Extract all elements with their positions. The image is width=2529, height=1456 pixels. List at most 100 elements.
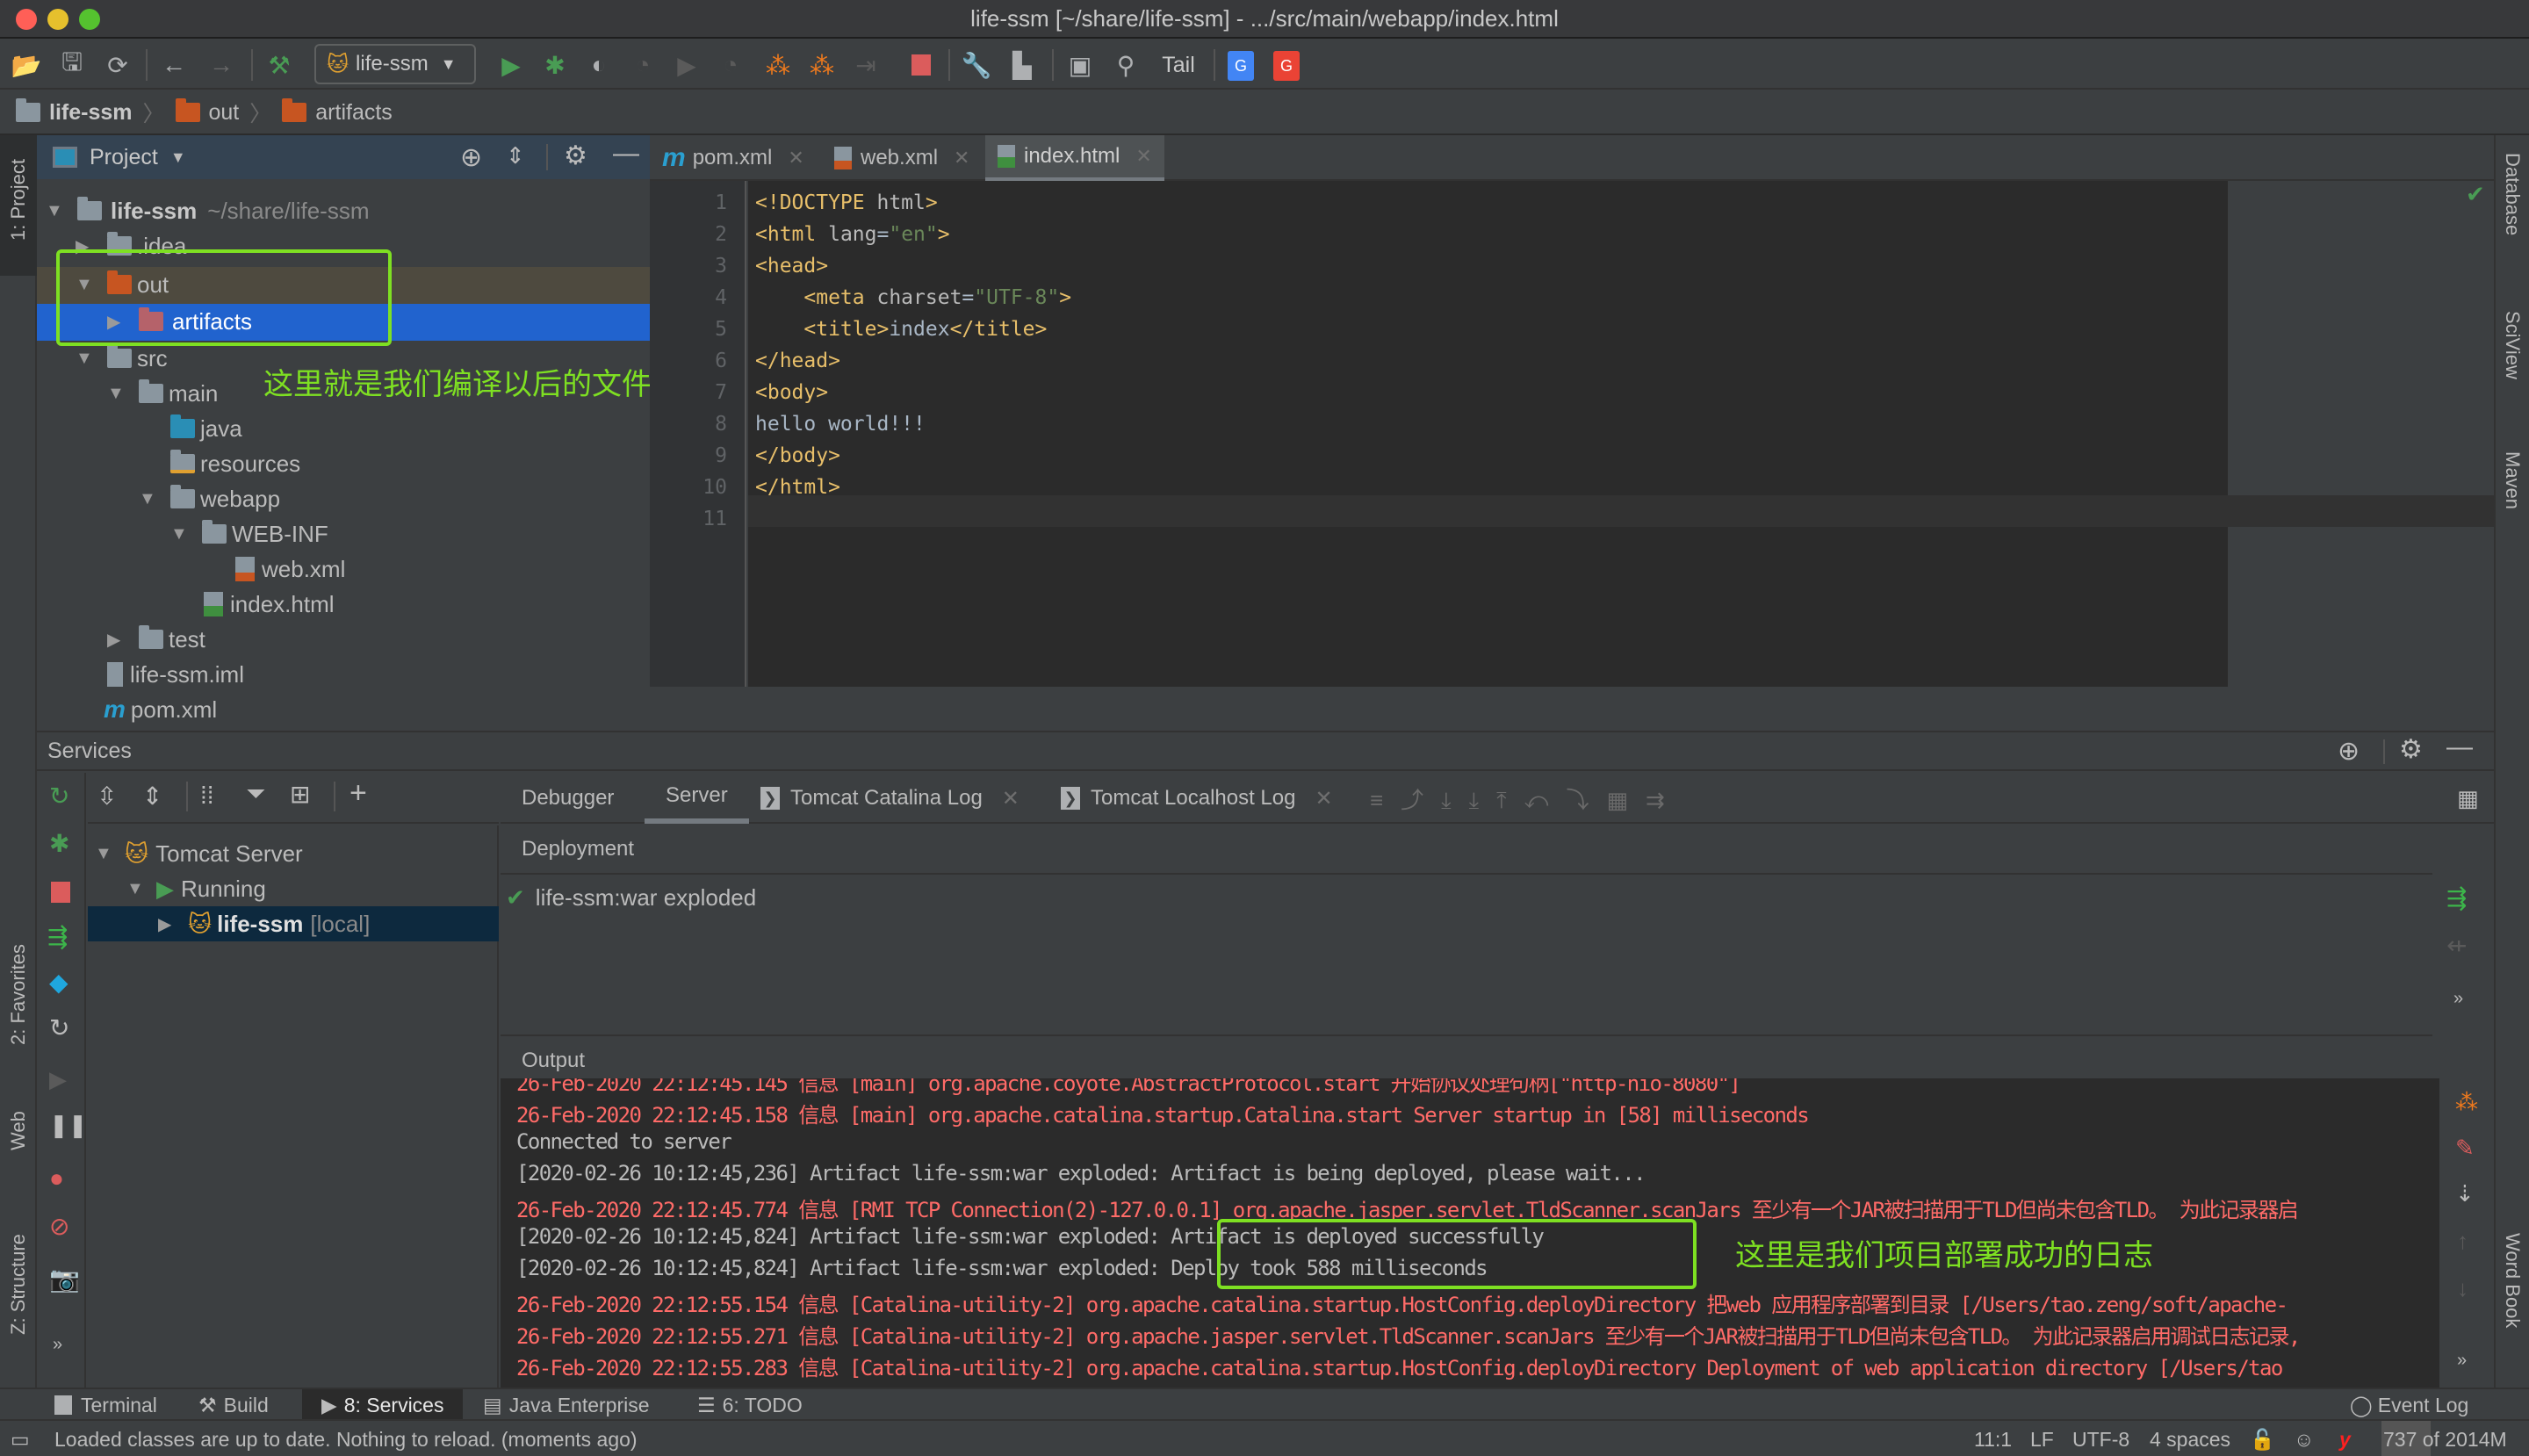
tab-sciview[interactable]: SciView — [2501, 311, 2524, 379]
tab-server[interactable]: Server — [645, 773, 749, 824]
up-arrow-icon[interactable]: ↑ — [2457, 1228, 2468, 1255]
more-icon[interactable]: » — [2457, 1351, 2467, 1371]
caret-position[interactable]: 11:1 — [1974, 1428, 2012, 1452]
chevron-down-icon[interactable]: ▼ — [170, 148, 186, 167]
run-disabled-icon[interactable]: ▶ — [671, 47, 702, 83]
tab-services[interactable]: ▶ 8: Services — [302, 1389, 464, 1421]
breakpoints-icon[interactable]: ● — [49, 1164, 64, 1193]
expand-arrow-icon[interactable]: ▼ — [126, 879, 151, 899]
breadcrumb-item[interactable]: artifacts — [315, 100, 393, 126]
tail-button[interactable]: Tail — [1154, 47, 1203, 83]
screenshot-icon[interactable]: 📷 — [49, 1265, 80, 1294]
tab-structure[interactable]: Z: Structure — [0, 1203, 37, 1361]
project-structure-icon[interactable]: ▙ — [1006, 47, 1038, 83]
rerun-icon[interactable]: ↻ — [49, 782, 69, 811]
scroll-to-end-icon[interactable]: ⇣ — [2455, 1180, 2475, 1207]
hide-panel-icon[interactable]: — — [613, 139, 639, 169]
log-toolbar-icons[interactable]: ≡⤴⤓⤓⤒⤺⤵▦⇉ — [1370, 773, 1682, 824]
breadcrumb-item[interactable]: out — [209, 100, 240, 126]
tab-index-html[interactable]: index.html ✕ — [985, 135, 1164, 181]
collapse-arrow-icon[interactable]: ▶ — [158, 913, 183, 935]
code-line[interactable]: <title>index</title> — [755, 318, 1047, 341]
run-icon[interactable]: ▶ — [495, 47, 527, 83]
stop-icon[interactable] — [911, 54, 931, 76]
down-arrow-icon[interactable]: ↓ — [2457, 1275, 2468, 1302]
code-line[interactable]: <body> — [755, 381, 828, 404]
expand-all-icon[interactable]: ⇳ — [97, 782, 117, 811]
deploy-icon[interactable]: ⇶ — [47, 922, 68, 951]
tab-web-xml[interactable]: web.xml ✕ — [822, 135, 982, 181]
coverage-icon[interactable]: ◐ — [583, 47, 615, 83]
locate-icon[interactable]: ⊕ — [460, 142, 482, 173]
cluster-icon[interactable]: ◆ — [49, 968, 68, 997]
memory-indicator[interactable]: 737 of 2014M — [2383, 1428, 2507, 1452]
code-line[interactable]: </head> — [755, 350, 840, 372]
group-icon[interactable]: ⁞⁞ — [200, 782, 214, 810]
back-arrow-icon[interactable]: ← — [156, 47, 191, 83]
service-node-life-ssm[interactable]: ▶ 🐱 life-ssm [local] — [88, 906, 499, 941]
gear-icon[interactable]: ⚙ — [2399, 734, 2423, 765]
tree-node-root[interactable]: ▼ life-ssm ~/share/life-ssm — [37, 193, 650, 228]
tab-catalina-log[interactable]: ❯ Tomcat Catalina Log ✕ — [760, 773, 1020, 824]
debug-icon[interactable]: ✱ — [539, 47, 571, 83]
tab-pom-xml[interactable]: m pom.xml ✕ — [650, 135, 817, 181]
tab-terminal[interactable]: Terminal — [54, 1389, 157, 1421]
google-translate-blue-icon[interactable]: G — [1228, 51, 1254, 81]
code-line[interactable]: <meta charset="UTF-8"> — [755, 286, 1071, 309]
code-line[interactable]: <html lang="en"> — [755, 223, 950, 246]
tab-web[interactable]: Web — [0, 1063, 37, 1168]
code-line[interactable]: <!DOCTYPE html> — [755, 191, 938, 214]
code-line[interactable]: hello world!!! — [755, 413, 926, 436]
run-configuration-select[interactable]: 🐱 life-ssm ▼ — [314, 44, 476, 84]
tree-node[interactable]: resources — [37, 446, 650, 481]
expand-arrow-icon[interactable]: ▼ — [46, 201, 70, 221]
terminal-window-icon[interactable]: ▣ — [1064, 47, 1096, 83]
event-log-button[interactable]: ◯ Event Log — [2350, 1389, 2468, 1421]
breadcrumb-item[interactable]: life-ssm — [49, 100, 132, 126]
new-service-icon[interactable]: ⊞ — [290, 780, 310, 809]
pause-icon[interactable]: ❚❚ — [49, 1112, 88, 1139]
expand-arrow-icon[interactable]: ▼ — [95, 844, 119, 864]
resume-icon[interactable]: ▶ — [49, 1066, 67, 1093]
stop-icon[interactable] — [51, 882, 70, 903]
deployment-item[interactable]: ✔ life-ssm:war exploded — [501, 880, 1203, 915]
locate-icon[interactable]: ⊕ — [2338, 736, 2360, 767]
more-icon[interactable]: » — [53, 1335, 62, 1355]
debug-rerun-icon[interactable]: ✱ — [49, 829, 69, 858]
close-tab-icon[interactable]: ✕ — [1315, 786, 1332, 811]
hide-panel-icon[interactable]: — — [2446, 732, 2473, 762]
status-panel-icon[interactable]: ▭ — [11, 1428, 30, 1452]
code-line[interactable]: </body> — [755, 444, 840, 467]
remote-icon[interactable]: ⁂ — [2455, 1089, 2478, 1116]
line-separator[interactable]: LF — [2030, 1428, 2054, 1452]
sync-icon[interactable]: ⟳ — [100, 47, 135, 83]
collapse-all-icon[interactable]: ⇕ — [506, 142, 525, 169]
tab-localhost-log[interactable]: ❯ Tomcat Localhost Log ✕ — [1061, 773, 1333, 824]
build-hammer-icon[interactable]: ⚒ — [262, 47, 297, 83]
expand-arrow-icon[interactable]: ▼ — [76, 349, 100, 369]
code-line[interactable]: </html> — [755, 476, 840, 499]
inspector-icon[interactable]: ☺ — [2294, 1428, 2314, 1452]
close-tab-icon[interactable]: ✕ — [788, 147, 803, 169]
undeploy-icon[interactable]: ⇷ — [2446, 931, 2467, 960]
code-line[interactable]: <head> — [755, 255, 828, 278]
service-node-tomcat[interactable]: ▼ 🐱 Tomcat Server — [88, 836, 499, 871]
youdao-icon[interactable]: y — [2339, 1428, 2351, 1452]
tab-todo[interactable]: ☰ 6: TODO — [697, 1389, 803, 1421]
tree-node[interactable]: m pom.xml — [37, 692, 650, 724]
tab-word-book[interactable]: Word Book — [2501, 1233, 2524, 1328]
gear-icon[interactable]: ⚙ — [564, 141, 587, 171]
step-icon[interactable]: ⇥ — [850, 47, 882, 83]
tab-build[interactable]: ⚒ Build — [198, 1389, 269, 1421]
more-icon[interactable]: » — [2453, 989, 2463, 1009]
tab-maven[interactable]: Maven — [2501, 451, 2524, 509]
collapse-arrow-icon[interactable]: ▶ — [107, 629, 132, 651]
profile-icon[interactable]: ◔ — [627, 47, 659, 83]
mute-breakpoints-icon[interactable]: ⊘ — [49, 1212, 69, 1241]
clear-console-icon[interactable]: ✎ — [2455, 1135, 2475, 1162]
remote-debug-icon[interactable]: ⁂ — [806, 47, 838, 83]
lock-icon[interactable]: 🔓 — [2250, 1428, 2275, 1452]
expand-arrow-icon[interactable]: ▼ — [107, 384, 132, 404]
project-view-select[interactable]: Project — [90, 145, 158, 170]
search-icon[interactable]: ⚲ — [1110, 47, 1142, 83]
